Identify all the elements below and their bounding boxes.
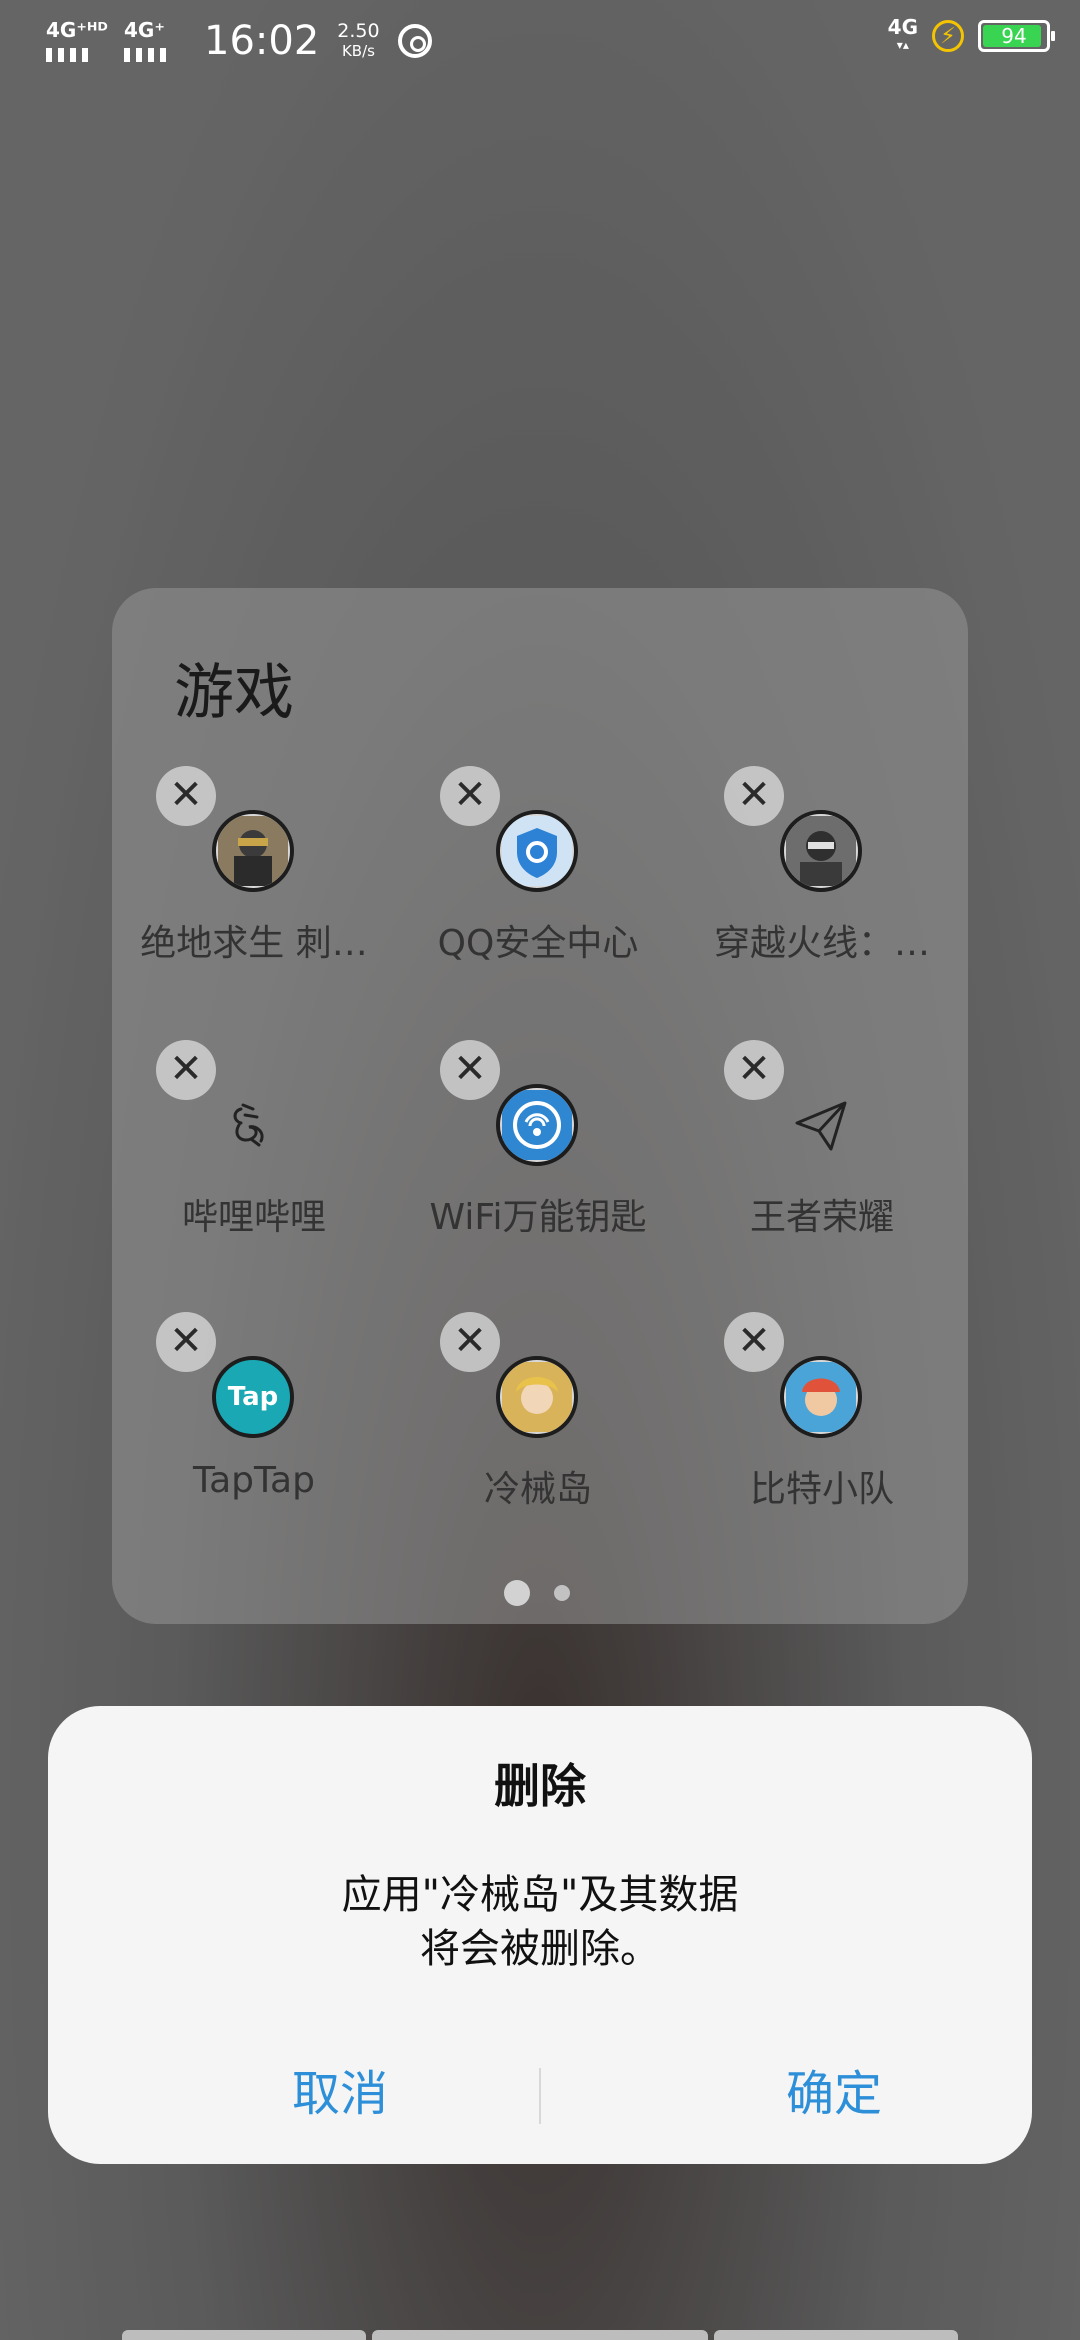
crossfire-icon[interactable] xyxy=(780,810,862,892)
dialog-message: 应用"冷械岛"及其数据 将会被删除。 xyxy=(208,1868,872,1976)
close-icon[interactable]: ✕ xyxy=(724,766,784,826)
bilibili-icon[interactable] xyxy=(212,1084,294,1166)
app-label: 绝地求生 刺… xyxy=(140,923,368,964)
network-type-label: 4G xyxy=(887,15,918,39)
signal2-label: 4G⁺ xyxy=(124,18,165,42)
power-saving-icon: ⚡ xyxy=(932,20,964,52)
taptap-icon-text: Tap xyxy=(227,1382,279,1412)
confirm-button[interactable]: 确定 xyxy=(684,2054,984,2124)
clock: 16:02 xyxy=(204,18,320,64)
app-pubg[interactable]: ✕ 绝地求生 刺… xyxy=(112,766,396,966)
network-speed: 2.50 KB/s xyxy=(337,21,379,61)
button-divider xyxy=(539,2068,541,2124)
app-taptap[interactable]: ✕ Tap TapTap xyxy=(112,1312,396,1512)
cellular-signal-2: 4G⁺ xyxy=(124,18,184,62)
close-icon[interactable]: ✕ xyxy=(156,766,216,826)
app-label: QQ安全中心 xyxy=(437,923,639,964)
speed-value: 2.50 xyxy=(337,20,380,42)
netease-music-icon xyxy=(397,24,432,58)
status-bar: 4G⁺ᴴᴰ 4G⁺ 16:02 2.50 KB/s 4G ▾▴ ⚡ 94 xyxy=(0,0,1080,86)
app-label: 冷械岛 xyxy=(483,1469,592,1510)
app-label: TapTap xyxy=(193,1460,315,1501)
cold-island-icon[interactable] xyxy=(496,1356,578,1438)
dock-item xyxy=(714,2330,958,2340)
dialog-message-line-1: 应用"冷械岛"及其数据 xyxy=(341,1872,739,1918)
app-cold-island[interactable]: ✕ 冷械岛 xyxy=(396,1312,680,1512)
paper-plane-icon[interactable] xyxy=(780,1084,862,1166)
app-honor-of-kings[interactable]: ✕ 王者荣耀 xyxy=(680,1040,964,1240)
wifi-key-icon[interactable] xyxy=(496,1084,578,1166)
close-icon[interactable]: ✕ xyxy=(724,1040,784,1100)
app-folder: 游戏 ✕ 绝地求生 刺… ✕ QQ安全中心 ✕ 穿越火线：… ✕ 哔哩哔哩 ✕ xyxy=(112,588,968,1624)
app-bilibili[interactable]: ✕ 哔哩哔哩 xyxy=(112,1040,396,1240)
dialog-title: 删除 xyxy=(494,1759,586,1813)
page-dot-active xyxy=(504,1580,530,1606)
close-icon[interactable]: ✕ xyxy=(724,1312,784,1372)
app-label: 穿越火线：… xyxy=(713,923,930,964)
pubg-icon[interactable] xyxy=(212,810,294,892)
close-icon[interactable]: ✕ xyxy=(440,1040,500,1100)
folder-title[interactable]: 游戏 xyxy=(174,644,294,731)
dock-item xyxy=(372,2330,708,2340)
dock-item xyxy=(122,2330,366,2340)
close-icon[interactable]: ✕ xyxy=(440,766,500,826)
app-label: WiFi万能钥匙 xyxy=(429,1197,647,1238)
app-label: 比特小队 xyxy=(749,1469,894,1510)
close-icon[interactable]: ✕ xyxy=(440,1312,500,1372)
speed-unit: KB/s xyxy=(341,42,375,60)
app-bit-squad[interactable]: ✕ 比特小队 xyxy=(680,1312,964,1512)
battery-level: 94 xyxy=(1001,24,1027,48)
close-icon[interactable]: ✕ xyxy=(156,1040,216,1100)
page-indicator xyxy=(504,1580,570,1606)
app-label: 王者荣耀 xyxy=(749,1197,894,1238)
close-icon[interactable]: ✕ xyxy=(156,1312,216,1372)
delete-dialog: 删除 应用"冷械岛"及其数据 将会被删除。 取消 确定 xyxy=(48,1706,1032,2164)
qq-security-icon[interactable] xyxy=(496,810,578,892)
signal1-label: 4G⁺ᴴᴰ xyxy=(46,18,108,42)
app-label: 哔哩哔哩 xyxy=(181,1197,326,1238)
bit-squad-icon[interactable] xyxy=(780,1356,862,1438)
app-wifi-key[interactable]: ✕ WiFi万能钥匙 xyxy=(396,1040,680,1240)
cellular-signal-1: 4G⁺ᴴᴰ xyxy=(46,18,108,62)
network-type: 4G ▾▴ xyxy=(887,15,918,52)
app-qq-security[interactable]: ✕ QQ安全中心 xyxy=(396,766,680,966)
dialog-message-line-2: 将会被删除。 xyxy=(420,1926,660,1972)
taptap-icon[interactable]: Tap xyxy=(212,1356,294,1438)
app-crossfire[interactable]: ✕ 穿越火线：… xyxy=(680,766,964,966)
page-dot xyxy=(554,1585,570,1601)
battery-icon: 94 xyxy=(978,20,1055,52)
cancel-button[interactable]: 取消 xyxy=(190,2054,490,2124)
